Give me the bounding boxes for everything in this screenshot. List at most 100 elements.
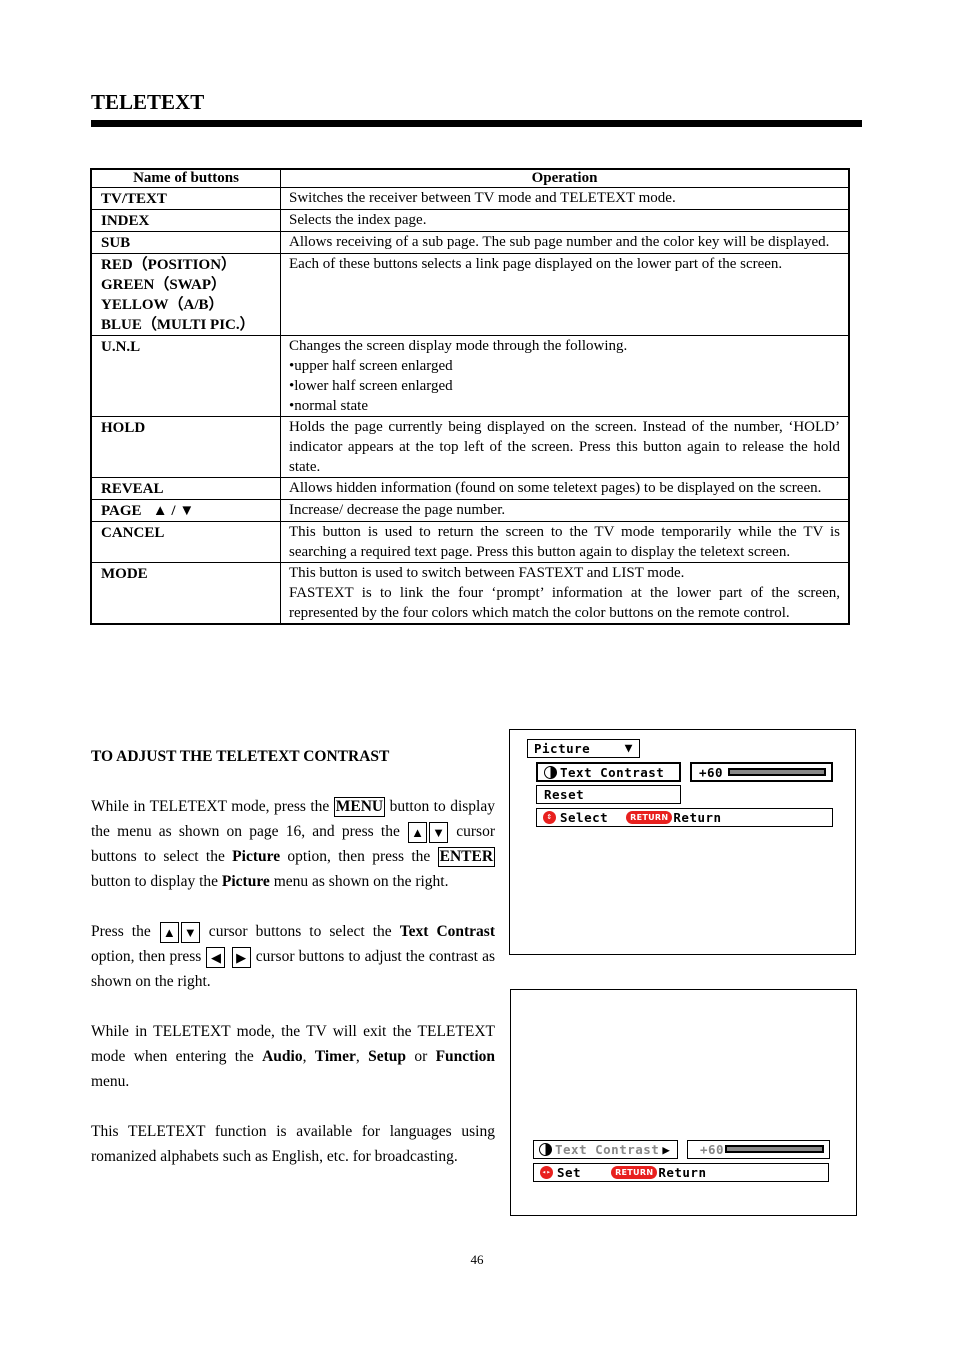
operation-text: Holds the page currently being displayed… [289,419,840,475]
hint-bar: ◂▸ Set RETURN Return [533,1163,829,1182]
select-hint-label: Select [560,810,609,825]
up-down-select-icon: ⇕ [543,811,556,824]
operation-text: •lower half screen enlarged [289,378,453,394]
column-header-name: Name of buttons [90,168,281,188]
operation-text: Increase/ decrease the page number. [289,502,506,518]
text: While in TELETEXT mode, press the [91,798,334,815]
bold-term: Timer [314,1048,356,1065]
table-row: PAGE ▲ / ▼ Increase/ decrease the page nu… [90,499,850,522]
button-name-cell: PAGE ▲ / ▼ [90,499,281,522]
button-name: YELLOW（A/B） [101,297,224,313]
down-arrow-icon: ▼ [429,821,449,843]
contrast-value: +60 [700,1142,725,1157]
button-name: SUB [101,235,131,251]
left-right-set-icon: ◂▸ [540,1166,553,1179]
operation-text: •normal state [289,398,368,414]
bold-term: Picture [221,873,270,890]
picture-menu-screen: Picture ▼ Text Contrast +60 Reset ⇕ Sele… [509,729,856,955]
contrast-value-box: +60 [687,1140,830,1159]
contrast-adjust-screen: Text Contrast ▶ +60 ◂▸ Set RETURN Return [510,989,857,1216]
operation-cell: Holds the page currently being displayed… [280,416,850,478]
table-row: RED（POSITION） GREEN（SWAP） YELLOW（A/B） BLUE（… [90,253,850,336]
button-name-cell: MODE [90,562,281,625]
table-row: CANCEL This button is used to return the … [90,521,850,563]
bold-term: Audio [262,1048,303,1065]
return-badge-icon: RETURN [611,1166,658,1179]
table-row: SUB Allows receiving of a sub page. The s… [90,231,850,254]
button-name: HOLD [101,420,146,436]
button-name: U.N.L [101,339,141,355]
button-name: MODE [101,566,148,582]
left-arrow-icon: ◀ [206,946,226,968]
button-name: TV/TEXT [101,191,167,207]
table-row: U.N.L Changes the screen display mode thr… [90,335,850,417]
button-name-cell: U.N.L [90,335,281,417]
contrast-level-bar[interactable] [728,768,826,776]
text-contrast-item[interactable]: Text Contrast [536,762,681,782]
page-number: 46 [470,1252,484,1267]
operation-text: Allows hidden information (found on some… [289,480,822,496]
menu-title-label: Picture [534,741,591,756]
text-contrast-item[interactable]: Text Contrast ▶ [533,1140,678,1159]
operation-cell: Allows receiving of a sub page. The sub … [280,231,850,254]
button-name-cell: TV/TEXT [90,187,281,210]
enter-key-label: ENTER [437,847,496,867]
button-name-cell: RED（POSITION） GREEN（SWAP） YELLOW（A/B） BLUE（… [90,253,281,336]
menu-key-label: MENU [333,797,386,817]
picture-menu-title[interactable]: Picture ▼ [527,739,640,758]
return-hint-label: Return [673,810,722,825]
contrast-value: +60 [699,764,724,780]
button-name-cell: SUB [90,231,281,254]
return-hint-label: Return [658,1165,707,1180]
table-header-row: Name of buttons Operation [90,168,850,188]
table-row: REVEAL Allows hidden information (found o… [90,477,850,500]
text: cursor buttons to select the [200,923,400,940]
text: menu as shown on the right. [269,873,449,890]
up-arrow-icon: ▲ [159,921,179,943]
return-badge-icon: RETURN [626,811,673,824]
operation-cell: Increase/ decrease the page number. [280,499,850,522]
table-row: TV/TEXT Switches the receiver between TV … [90,187,850,210]
bold-term: Text Contrast [399,923,496,940]
button-name: PAGE ▲ / ▼ [101,503,195,519]
down-arrow-icon: ▼ [180,921,200,943]
table-row: MODE This button is used to switch betwee… [90,562,850,625]
operation-text: Switches the receiver between TV mode an… [289,190,676,206]
operation-text: This button is used to return the screen… [289,524,840,560]
contrast-value-box: +60 [690,762,833,782]
bold-term: Function [435,1048,496,1065]
operation-cell: This button is used to return the screen… [280,521,850,563]
operation-text: This button is used to switch between FA… [289,565,685,581]
column-header-operation: Operation [280,168,850,188]
button-name-cell: HOLD [90,416,281,478]
dropdown-arrow-icon: ▼ [624,741,633,756]
button-name: INDEX [101,213,150,229]
table-row: HOLD Holds the page currently being displ… [90,416,850,478]
text: or [405,1048,436,1065]
buttons-table: Name of buttons Operation TV/TEXT Switche… [90,168,850,625]
contrast-level-bar[interactable] [725,1145,824,1153]
text: menu. [91,1073,130,1090]
button-name: RED（POSITION） [101,257,237,273]
right-arrow-icon: ▶ [662,1142,671,1157]
text: button to display the [91,873,222,890]
button-name: BLUE（MULTI PIC.） [101,317,255,333]
operation-text: FASTEXT is to link the four ‘prompt’ inf… [289,585,840,621]
text-contrast-label: Text Contrast [560,764,665,780]
contrast-icon [544,765,557,779]
operation-text: Allows receiving of a sub page. The sub … [289,234,830,250]
button-name-cell: INDEX [90,209,281,232]
operation-cell: Each of these buttons selects a link pag… [280,253,850,336]
text: , [302,1048,315,1065]
right-arrow-icon: ▶ [231,946,251,968]
contrast-icon [539,1143,552,1156]
button-name-cell: CANCEL [90,521,281,563]
reset-item[interactable]: Reset [536,785,681,804]
text: Press the [91,923,159,940]
operation-text: Each of these buttons selects a link pag… [289,256,783,272]
bold-term: Setup [368,1048,406,1065]
contrast-instructions: TO ADJUST THE TELETEXT CONTRAST While in… [91,744,496,1194]
up-arrow-icon: ▲ [408,821,428,843]
section-heading: TO ADJUST THE TELETEXT CONTRAST [91,748,390,765]
operation-cell: Changes the screen display mode through … [280,335,850,417]
